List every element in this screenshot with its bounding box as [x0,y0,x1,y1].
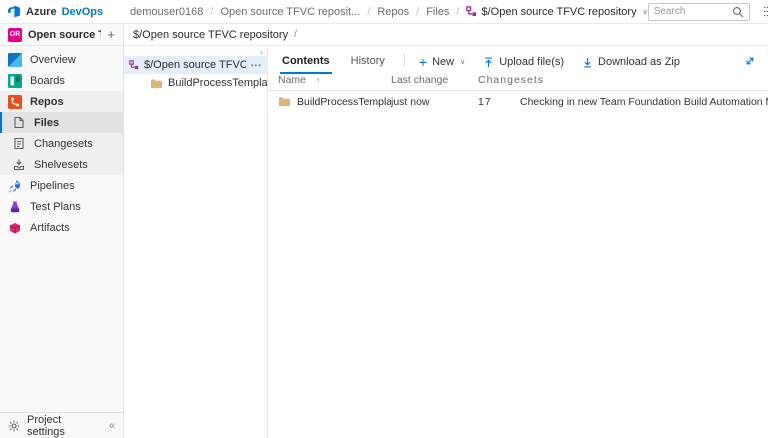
table-row[interactable]: BuildProcessTemplates just now 17 Checki… [268,91,768,112]
pipelines-icon [8,179,22,193]
path-bar: $/Open source TFVC repository / [124,24,768,46]
sidebar-nav: Overview Boards Repos Files Changesets S… [0,46,123,238]
sidebar-item-overview[interactable]: Overview [0,49,123,70]
brand-azure: Azure [26,5,57,18]
upload-icon [483,57,494,68]
sidebar-item-pipelines[interactable]: Pipelines [0,175,123,196]
sidebar-item-shelvesets[interactable]: Shelvesets [0,154,123,175]
current-path[interactable]: $/Open source TFVC repository [133,29,288,41]
more-actions-icon[interactable]: ••• [251,61,262,70]
breadcrumb-separator: / [367,5,371,18]
search-box[interactable] [647,2,750,21]
sidebar-item-repos[interactable]: Repos [0,91,123,112]
add-project-icon[interactable]: + [107,28,115,41]
download-icon [582,57,593,68]
folder-icon [150,78,163,89]
repository-picker[interactable]: $/Open source TFVC repository ∨ [466,5,648,18]
breadcrumb-repos[interactable]: Repos [377,6,409,18]
repository-picker-label: $/Open source TFVC repository [481,5,637,18]
artifacts-icon [8,221,22,235]
search-icon [732,6,744,18]
search-input[interactable] [653,6,732,17]
sidebar-item-files[interactable]: Files [0,112,123,133]
changesets-icon [12,137,26,151]
repos-icon [8,94,22,109]
tree-child-label: BuildProcessTemplates [168,77,283,89]
breadcrumb-files[interactable]: Files [426,6,449,18]
sidebar: OR Open source TFVC re... + Overview Boa [0,24,124,438]
sort-ascending-icon: ↑ [316,74,321,85]
sidebar-item-artifacts[interactable]: Artifacts [0,217,123,238]
source-tree-panel: ‹ $/Open source TFVC repository ••• Buil… [124,46,282,438]
row-comment-cell: Checking in new Team Foundation Build Au… [520,96,768,108]
collapse-tree-icon[interactable]: ‹ [260,47,263,57]
file-icon [12,116,26,130]
shelvesets-icon [12,158,26,172]
download-zip-button[interactable]: Download as Zip [582,56,680,74]
breadcrumb-separator: / [456,5,460,18]
breadcrumb-project[interactable]: Open source TFVC reposit... [220,6,360,18]
azure-devops-home-link[interactable]: Azure DevOps [0,5,124,18]
brand-devops: DevOps [61,5,104,18]
plus-icon: + [418,54,428,70]
tfvc-branch-icon [129,60,139,70]
row-name-cell[interactable]: BuildProcessTemplates [268,96,391,108]
column-header-name[interactable]: Name ↑ [268,74,391,86]
tree-root-label: $/Open source TFVC repository [144,59,246,71]
project-settings[interactable]: Project settings « [0,412,123,438]
upload-files-button[interactable]: Upload file(s) [483,56,564,74]
sidebar-item-test-plans[interactable]: Test Plans [0,196,123,217]
project-settings-label: Project settings [27,413,65,438]
column-header-last-change[interactable]: Last change [391,74,478,86]
column-header-changesets[interactable]: Changesets [478,74,543,86]
top-bar: Azure DevOps demouser0168 / Open source … [0,0,768,24]
row-changesets-cell[interactable]: 17 [478,96,520,108]
breadcrumb-separator: / [416,5,420,18]
tab-history[interactable]: History [349,55,387,74]
chevron-down-icon: ∨ [460,59,466,66]
collapse-sidebar-icon[interactable]: « [109,420,115,432]
tree-node-buildprocesstemplates[interactable]: BuildProcessTemplates [124,74,282,92]
azure-devops-logo-icon [8,5,21,18]
content-toolbar: Contents History + New ∨ Upload file(s) … [268,46,768,74]
topbar-actions: DU [647,2,768,21]
row-last-change-cell: just now [391,95,430,108]
breadcrumb: demouser0168 / Open source TFVC reposit.… [124,6,648,18]
checkin-comment: Checking in new Team Foundation Build Au… [520,95,768,108]
breadcrumb-organization[interactable]: demouser0168 [130,6,203,18]
toolbar-divider [403,53,405,67]
sidebar-item-changesets[interactable]: Changesets [0,133,123,154]
task-list-icon[interactable] [763,6,768,17]
test-plans-icon [8,200,22,214]
path-separator-icon[interactable]: / [294,29,297,40]
content-panel: Contents History + New ∨ Upload file(s) … [268,46,768,438]
table-header: Name ↑ Last change Changesets [268,74,768,91]
boards-icon [8,73,22,88]
project-switcher[interactable]: OR Open source TFVC re... + [0,24,123,46]
tree-root-node[interactable]: $/Open source TFVC repository ••• [124,56,267,74]
project-name[interactable]: Open source TFVC re... [28,29,101,41]
project-avatar: OR [8,27,22,42]
fullscreen-toggle-icon[interactable] [744,55,756,74]
folder-icon [278,96,291,107]
sidebar-item-boards[interactable]: Boards [0,70,123,91]
breadcrumb-separator: / [210,5,214,18]
gear-icon [8,420,20,432]
new-button[interactable]: + New ∨ [418,54,466,74]
tfvc-branch-icon [466,6,477,17]
tab-contents[interactable]: Contents [280,55,332,74]
overview-icon [8,52,22,67]
